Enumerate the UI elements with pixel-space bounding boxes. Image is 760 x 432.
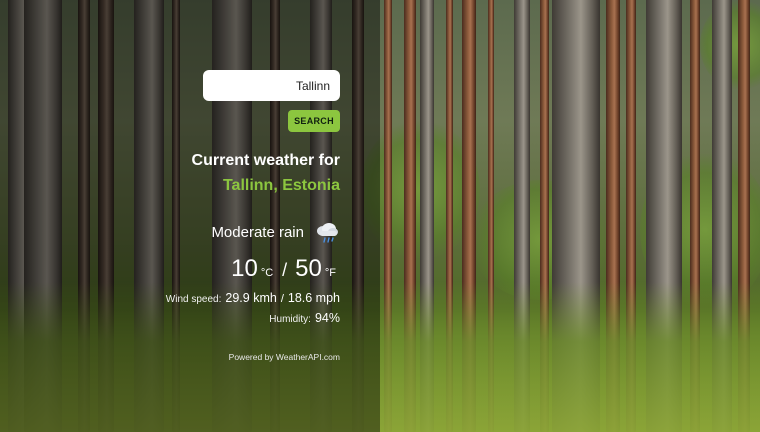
humidity-row: Humidity: 94% <box>269 311 340 325</box>
city-search-input[interactable] <box>203 70 340 101</box>
rain-cloud-icon <box>314 219 340 245</box>
condition-row: Moderate rain <box>211 218 340 246</box>
location-name: Tallinn, Estonia <box>222 177 340 194</box>
wind-label: Wind speed: <box>165 294 222 305</box>
unit-fahrenheit: °F <box>324 267 336 279</box>
wind-kmh: 29.9 kmh <box>225 291 277 305</box>
temperature-row: 10 °C / 50 °F <box>231 255 340 283</box>
temp-fahrenheit: 50 <box>295 255 322 282</box>
weather-panel: SEARCH Current weather for Tallinn, Esto… <box>0 0 380 432</box>
wind-row: Wind speed: 29.9 kmh / 18.6 mph <box>166 291 340 305</box>
unit-celsius: °C <box>260 267 274 279</box>
wind-separator: / <box>280 293 284 305</box>
temp-separator: / <box>282 260 288 280</box>
search-button[interactable]: SEARCH <box>288 110 340 132</box>
temp-celsius: 10 <box>231 255 258 282</box>
wind-mph: 18.6 mph <box>287 291 340 305</box>
weather-heading: Current weather for <box>191 152 340 169</box>
humidity-value: 94% <box>314 311 340 325</box>
humidity-label: Humidity: <box>269 314 311 325</box>
condition-text: Moderate rain <box>211 223 304 241</box>
powered-by-text: Powered by WeatherAPI.com <box>228 352 340 362</box>
